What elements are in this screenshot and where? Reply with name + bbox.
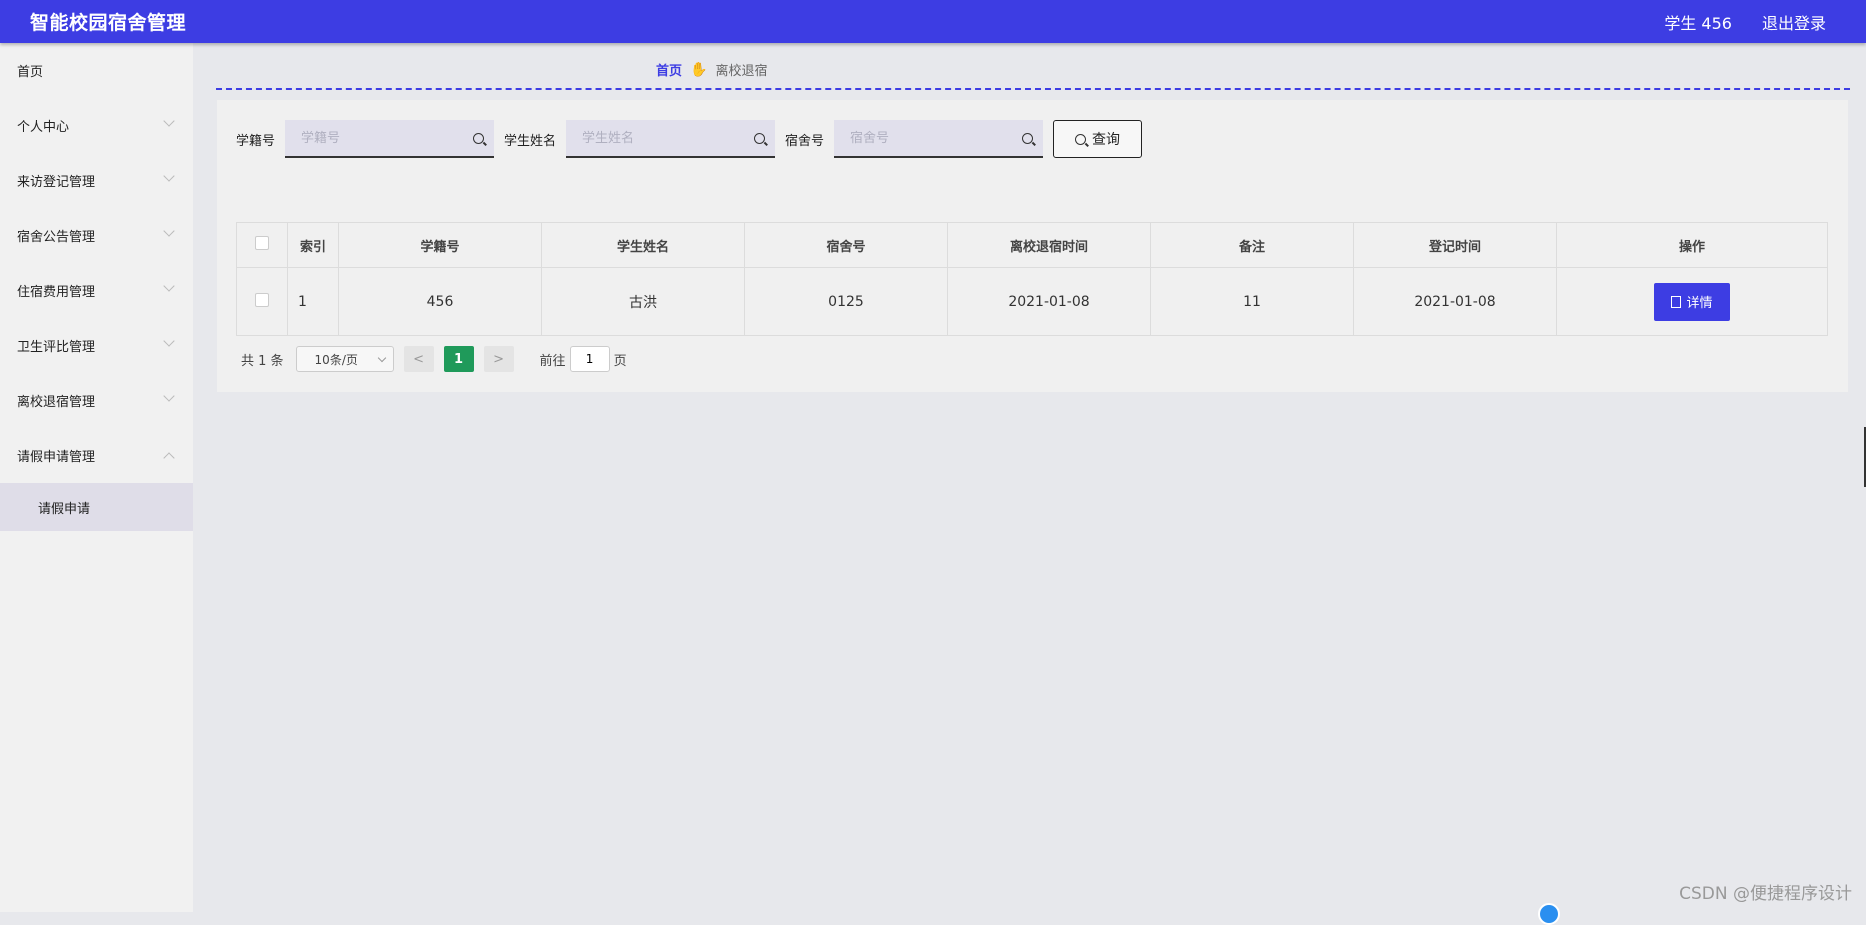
search-icon bbox=[1075, 133, 1087, 145]
goto-page: 前往 页 bbox=[540, 346, 627, 372]
pagination: 共 1 条 10条/页 < 1 > 前往 页 bbox=[241, 346, 627, 372]
detail-button-label: 详情 bbox=[1686, 296, 1713, 311]
sidebar-item-visitor[interactable]: 来访登记管理 bbox=[0, 153, 193, 208]
query-button-label: 查询 bbox=[1092, 132, 1121, 148]
goto-suffix: 页 bbox=[613, 353, 627, 369]
student-name-label: 学生姓名 bbox=[504, 133, 557, 149]
sidebar-item-home[interactable]: 首页 bbox=[0, 43, 193, 98]
sidebar-item-leave[interactable]: 请假申请管理 bbox=[0, 428, 193, 483]
sidebar-item-label: 请假申请管理 bbox=[17, 450, 96, 465]
sidebar-item-label: 宿舍公告管理 bbox=[17, 230, 96, 245]
sidebar-item-profile[interactable]: 个人中心 bbox=[0, 98, 193, 153]
select-all-cell bbox=[236, 222, 288, 268]
search-bar: 学籍号 学生姓名 宿舍号 查询 bbox=[236, 120, 1143, 158]
sidebar-subitem-leave-apply[interactable]: 请假申请 bbox=[0, 483, 193, 531]
sidebar-item-label: 离校退宿管理 bbox=[17, 395, 96, 410]
breadcrumb-home[interactable]: 首页 bbox=[656, 60, 682, 79]
total-count: 共 1 条 bbox=[241, 353, 284, 369]
content-panel: 学籍号 学生姓名 宿舍号 查询 索引 学籍号 学生姓名 宿舍号 bbox=[217, 100, 1848, 392]
sidebar-item-label: 卫生评比管理 bbox=[17, 340, 96, 355]
chevron-down-icon bbox=[163, 169, 175, 182]
cell-leave-time: 2021-01-08 bbox=[947, 267, 1151, 336]
table-row: 1 456 古洪 0125 2021-01-08 11 2021-01-08 详… bbox=[236, 267, 1828, 336]
column-header: 操作 bbox=[1556, 222, 1828, 268]
page-size-select[interactable]: 10条/页 bbox=[295, 346, 394, 372]
chevron-down-icon bbox=[377, 353, 386, 362]
cell-note: 11 bbox=[1150, 267, 1354, 336]
column-header: 备注 bbox=[1150, 222, 1354, 268]
column-header: 学生姓名 bbox=[541, 222, 745, 268]
student-id-label: 学籍号 bbox=[236, 133, 276, 149]
sidebar-item-label: 个人中心 bbox=[17, 120, 70, 135]
student-id-input[interactable] bbox=[299, 129, 464, 147]
cell-student-id: 456 bbox=[338, 267, 542, 336]
sidebar-item-label: 来访登记管理 bbox=[17, 175, 96, 190]
column-header: 离校退宿时间 bbox=[947, 222, 1151, 268]
student-id-field bbox=[285, 120, 495, 158]
top-bar: 智能校园宿舍管理 学生 456 退出登录 bbox=[0, 0, 1866, 43]
chevron-down-icon bbox=[163, 114, 175, 127]
cell-action: 详情 bbox=[1556, 267, 1828, 336]
column-header: 学籍号 bbox=[338, 222, 542, 268]
breadcrumb-current: 离校退宿 bbox=[715, 64, 768, 79]
column-header: 宿舍号 bbox=[744, 222, 948, 268]
chevron-up-icon bbox=[163, 451, 175, 464]
cell-name: 古洪 bbox=[541, 267, 745, 336]
chevron-down-icon bbox=[163, 224, 175, 237]
search-icon bbox=[754, 132, 766, 144]
floating-assist-icon[interactable] bbox=[1538, 903, 1560, 925]
cell-dorm: 0125 bbox=[744, 267, 948, 336]
row-select-cell bbox=[236, 267, 288, 336]
cell-reg-time: 2021-01-08 bbox=[1353, 267, 1557, 336]
search-icon bbox=[1022, 132, 1034, 144]
sidebar-item-checkout[interactable]: 离校退宿管理 bbox=[0, 373, 193, 428]
app-title: 智能校园宿舍管理 bbox=[30, 12, 187, 34]
sidebar-item-label: 住宿费用管理 bbox=[17, 285, 96, 300]
document-icon bbox=[1671, 295, 1682, 308]
sidebar-item-notice[interactable]: 宿舍公告管理 bbox=[0, 208, 193, 263]
chevron-down-icon bbox=[163, 389, 175, 402]
goto-prefix: 前往 bbox=[539, 353, 566, 369]
column-header: 登记时间 bbox=[1353, 222, 1557, 268]
next-page-button[interactable]: > bbox=[483, 346, 514, 372]
search-icon bbox=[473, 132, 485, 144]
watermark: CSDN @便捷程序设计 bbox=[1679, 884, 1852, 904]
page-number-current[interactable]: 1 bbox=[443, 346, 474, 372]
data-table: 索引 学籍号 学生姓名 宿舍号 离校退宿时间 备注 登记时间 操作 1 456 … bbox=[236, 222, 1828, 336]
chevron-down-icon bbox=[163, 334, 175, 347]
sidebar-item-label: 首页 bbox=[17, 65, 44, 80]
hand-icon: ✋ bbox=[690, 61, 708, 78]
breadcrumb: 首页 ✋ 离校退宿 bbox=[656, 60, 768, 80]
student-name-field bbox=[566, 120, 776, 158]
chevron-down-icon bbox=[163, 279, 175, 292]
column-header: 索引 bbox=[287, 222, 339, 268]
dorm-field bbox=[834, 120, 1044, 158]
select-all-checkbox[interactable] bbox=[255, 236, 269, 250]
student-name-input[interactable] bbox=[580, 129, 745, 147]
query-button[interactable]: 查询 bbox=[1053, 120, 1143, 158]
sidebar-item-hygiene[interactable]: 卫生评比管理 bbox=[0, 318, 193, 373]
cell-index: 1 bbox=[287, 267, 339, 336]
user-name[interactable]: 学生 456 bbox=[1664, 10, 1732, 34]
divider bbox=[216, 88, 1850, 90]
prev-page-button[interactable]: < bbox=[403, 346, 434, 372]
row-checkbox[interactable] bbox=[255, 292, 269, 307]
sidebar-item-fees[interactable]: 住宿费用管理 bbox=[0, 263, 193, 318]
logout-link[interactable]: 退出登录 bbox=[1762, 10, 1826, 34]
dorm-input[interactable] bbox=[848, 129, 1013, 147]
detail-button[interactable]: 详情 bbox=[1654, 282, 1730, 321]
sidebar: 首页 个人中心 来访登记管理 宿舍公告管理 住宿费用管理 卫生评比管理 离校退宿… bbox=[0, 43, 193, 912]
goto-page-input[interactable] bbox=[569, 346, 610, 372]
dorm-label: 宿舍号 bbox=[785, 133, 825, 149]
table-header-row: 索引 学籍号 学生姓名 宿舍号 离校退宿时间 备注 登记时间 操作 bbox=[236, 222, 1828, 268]
page-size-value: 10条/页 bbox=[314, 352, 358, 367]
